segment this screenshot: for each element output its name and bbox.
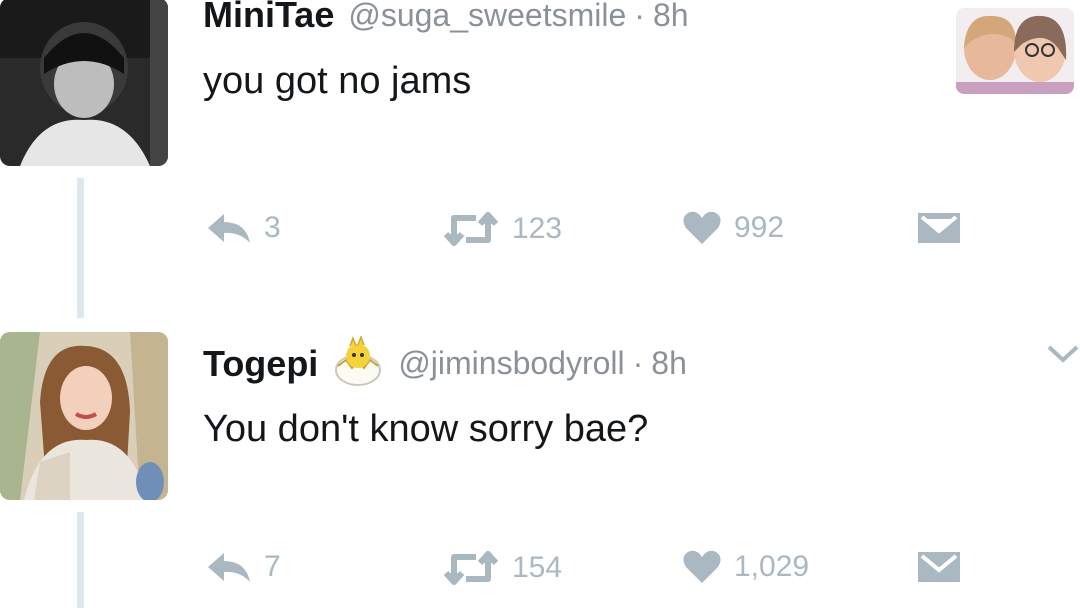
reply-button[interactable]: 7 [206, 549, 281, 585]
reply-icon [206, 210, 252, 246]
retweet-icon [442, 551, 500, 585]
thread-line [77, 178, 84, 318]
togepi-emoji-icon [332, 334, 384, 391]
dot-separator: · [632, 345, 644, 381]
tweet-text: you got no jams [203, 60, 472, 102]
envelope-icon [916, 550, 962, 584]
tweet-header: MiniTae @suga_sweetsmile · 8h [203, 0, 689, 36]
timestamp[interactable]: 8h [653, 0, 689, 34]
reply-icon [206, 549, 252, 585]
like-button[interactable]: 1,029 [682, 549, 809, 585]
timestamp[interactable]: 8h [651, 345, 687, 382]
message-button[interactable] [916, 211, 962, 245]
like-count: 1,029 [734, 550, 810, 583]
chevron-down-icon[interactable] [1046, 344, 1080, 369]
retweet-button[interactable]: 154 [442, 551, 562, 585]
thread-line [77, 512, 84, 608]
dot-separator: · [634, 0, 645, 33]
heart-icon [682, 210, 722, 246]
avatar[interactable] [0, 332, 168, 500]
reply-button[interactable]: 3 [206, 210, 281, 246]
retweet-count: 154 [512, 551, 563, 584]
retweet-count: 123 [512, 212, 563, 245]
username-handle[interactable]: @jiminsbodyroll [398, 345, 624, 382]
like-button[interactable]: 992 [682, 210, 784, 246]
username-handle[interactable]: @suga_sweetsmile [348, 0, 626, 34]
reply-count: 7 [264, 550, 281, 583]
envelope-icon [916, 211, 962, 245]
display-name[interactable]: Togepi [203, 343, 318, 385]
tweet-header: Togepi @jiminsbodyroll · 8h [203, 334, 687, 391]
message-button[interactable] [916, 550, 962, 584]
retweet-icon [442, 212, 500, 246]
retweet-button[interactable]: 123 [442, 212, 562, 246]
heart-icon [682, 549, 722, 585]
reply-count: 3 [264, 211, 281, 244]
avatar[interactable] [0, 0, 168, 166]
tweet-text: You don't know sorry bae? [203, 408, 649, 450]
like-count: 992 [734, 211, 785, 244]
watermark-logo [956, 8, 1074, 94]
display-name[interactable]: MiniTae [203, 0, 334, 36]
